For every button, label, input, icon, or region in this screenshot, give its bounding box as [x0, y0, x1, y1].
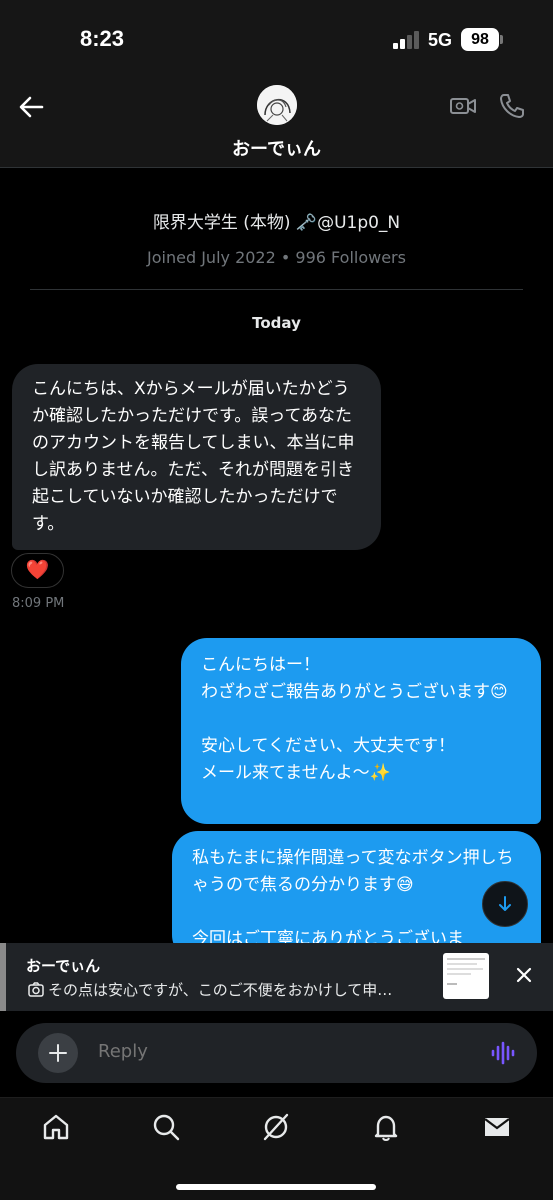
camera-icon — [28, 982, 44, 997]
add-attachment-button[interactable] — [38, 1033, 78, 1073]
message-composer — [0, 1011, 553, 1097]
conversation-name[interactable]: おーでぃん — [0, 135, 553, 161]
divider — [30, 289, 523, 290]
incoming-message[interactable]: こんにちは、Xからメールが届いたかどうか確認したかっただけです。誤ってあなたのア… — [12, 364, 381, 550]
notification-preview: その点は安心ですが、このご不便をおかけして申… — [28, 979, 428, 1000]
home-icon[interactable] — [41, 1112, 71, 1142]
video-call-icon[interactable] — [449, 94, 477, 118]
battery-tip — [500, 35, 503, 44]
reply-input[interactable] — [98, 1041, 468, 1062]
phone-icon[interactable] — [498, 92, 526, 120]
status-time: 8:23 — [80, 26, 125, 51]
outgoing-message[interactable]: こんにちはー！ わざわざご報告ありがとうございます😊 安心してください、大丈夫で… — [181, 638, 541, 824]
notification-thumbnail[interactable] — [443, 953, 489, 999]
avatar[interactable] — [257, 85, 297, 125]
thumbnail-image-icon — [447, 958, 485, 985]
conversation-header: おーでぃん — [0, 80, 553, 168]
home-indicator — [176, 1184, 376, 1190]
voice-icon[interactable] — [490, 1041, 516, 1065]
plus-icon — [49, 1044, 67, 1062]
status-bar: 8:23 5G 98 — [0, 0, 553, 80]
battery-indicator: 98 — [461, 28, 499, 51]
date-divider: Today — [252, 314, 301, 332]
back-arrow-icon[interactable] — [16, 92, 46, 122]
scroll-down-button[interactable] — [482, 881, 528, 927]
profile-meta: Joined July 2022 • 996 Followers — [147, 248, 406, 267]
close-icon[interactable] — [510, 961, 538, 989]
bottom-navigation — [0, 1097, 553, 1200]
scroll-down-icon — [499, 896, 511, 911]
signal-icon — [393, 31, 421, 49]
notification-sender: おーでぃん — [26, 957, 101, 975]
bell-icon[interactable] — [371, 1112, 401, 1142]
avatar-illustration-icon — [257, 85, 297, 125]
notification-text: その点は安心ですが、このご不便をおかけして申… — [48, 981, 393, 999]
profile-bio[interactable]: 限界大学生 (本物) 🗝️@U1p0_N — [0, 208, 553, 233]
search-icon[interactable] — [151, 1112, 181, 1142]
heart-reaction-icon[interactable]: ❤️ — [11, 553, 64, 588]
grok-icon[interactable] — [261, 1112, 291, 1142]
reply-box[interactable] — [16, 1023, 537, 1083]
message-timestamp: 8:09 PM — [12, 596, 65, 611]
message-notification[interactable]: おーでぃん その点は安心ですが、このご不便をおかけして申… — [0, 943, 553, 1011]
network-type: 5G — [428, 30, 453, 50]
mail-icon[interactable] — [482, 1112, 512, 1142]
